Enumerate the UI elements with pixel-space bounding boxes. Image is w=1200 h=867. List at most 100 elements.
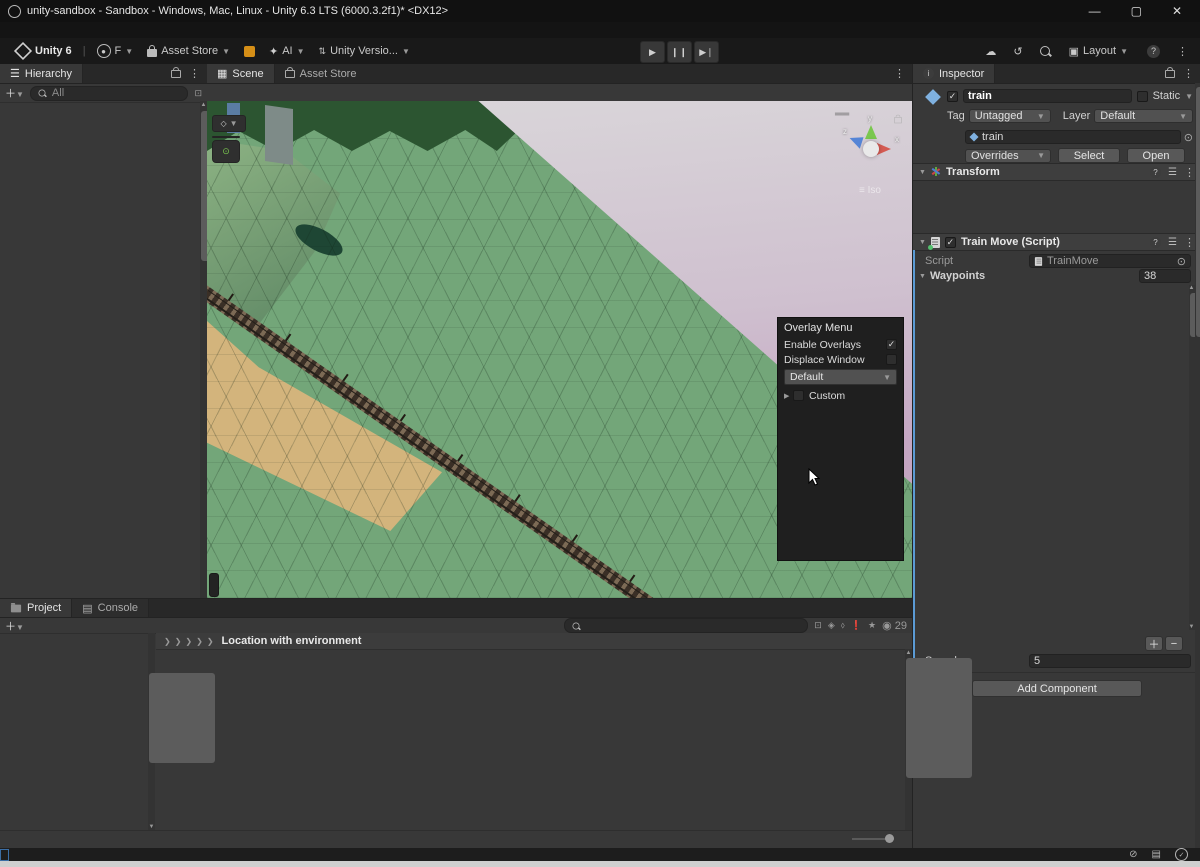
list-add-button[interactable]: ＋ <box>1145 636 1163 651</box>
play-button[interactable]: ▶ <box>640 41 665 63</box>
version-control-dropdown[interactable]: ⇅ Unity Versio...▼ <box>312 41 417 61</box>
project-add-button[interactable]: ＋▼ <box>5 618 24 634</box>
waypoints-label[interactable]: Waypoints <box>930 270 985 282</box>
notifications-muted-icon[interactable]: ⊘ <box>1129 849 1137 860</box>
step-button[interactable]: ▶❘ <box>694 41 719 63</box>
list-remove-button[interactable]: − <box>1165 636 1183 651</box>
tab-inspector[interactable]: i Inspector <box>913 64 995 83</box>
layout-label: Layout <box>1083 45 1116 57</box>
open-button[interactable]: Open <box>1127 148 1185 163</box>
gizmo-x-axis[interactable] <box>877 143 891 155</box>
unity-version-chip[interactable]: Unity 6 <box>8 41 79 61</box>
add-component-button[interactable]: Add Component <box>972 680 1142 697</box>
overlay-custom-row[interactable]: ▶ Custom <box>784 388 897 403</box>
help-icon[interactable]: ? <box>1150 167 1161 178</box>
waypoints-size-field[interactable]: 38 <box>1139 269 1191 283</box>
gizmo-lock-icon[interactable] <box>894 117 902 123</box>
scene-grid-icon: ▦ <box>217 67 227 80</box>
static-dropdown-icon[interactable]: ▼ <box>1185 92 1193 101</box>
layout-dropdown[interactable]: ▣ Layout▼ <box>1067 41 1130 61</box>
project-search-input[interactable] <box>564 618 808 633</box>
tab-project[interactable]: Project <box>0 599 72 617</box>
lock-icon[interactable] <box>171 70 181 78</box>
tab-scene[interactable]: ▦ Scene <box>207 64 275 83</box>
inspector-kebab-icon[interactable]: ⋮ <box>1183 67 1194 80</box>
select-button[interactable]: Select <box>1058 148 1120 163</box>
tab-asset-store[interactable]: Asset Store <box>275 64 367 83</box>
component-enabled-checkbox[interactable]: ✓ <box>945 237 956 248</box>
hierarchy-kebab-icon[interactable]: ⋮ <box>189 67 200 80</box>
gizmo-z-axis[interactable] <box>847 133 863 148</box>
search-icon[interactable] <box>1040 46 1050 56</box>
overrides-dropdown[interactable]: Overrides▼ <box>965 149 1051 163</box>
transform-header[interactable]: ▼ Transform ?☰⋮ <box>913 163 1200 181</box>
speed-field[interactable]: 5 <box>1029 654 1191 668</box>
gizmo-drag-handle[interactable]: ══ <box>835 109 849 120</box>
minimize-button[interactable]: — <box>1089 4 1101 18</box>
custom-tool-button[interactable]: ⊙ <box>212 140 240 163</box>
tag-dropdown[interactable]: Untagged▼ <box>969 109 1051 123</box>
help-icon[interactable]: ? <box>1150 237 1161 248</box>
orientation-gizmo[interactable]: ══ x y z ≡ Iso <box>841 119 901 179</box>
toolbar-kebab-icon[interactable]: ⋮ <box>1177 45 1188 58</box>
status-ok-icon[interactable]: ✓ <box>1175 848 1188 861</box>
pause-button[interactable]: ❙❙ <box>667 41 692 63</box>
scene-viewport[interactable]: ◇▼ ⊙ ══ x y z ≡ Iso Overlay Men <box>207 101 912 598</box>
tab-console[interactable]: ▤ Console <box>72 599 149 617</box>
script-field[interactable]: TrainMove⊙ <box>1029 254 1191 268</box>
thumbnail-zoom-slider[interactable] <box>852 838 894 840</box>
active-checkbox[interactable]: ✓ <box>947 91 958 102</box>
search-by-type-icon[interactable]: ⊡ <box>814 620 822 631</box>
cloud-icon[interactable]: ☁ <box>985 45 996 58</box>
version-control-label: Unity Versio... <box>330 45 398 57</box>
prefab-field[interactable]: train <box>965 130 1181 144</box>
account-dropdown[interactable]: ● F▼ <box>90 41 141 61</box>
label-filter-icon[interactable]: ⬨ <box>841 620 845 631</box>
favorites-star-icon[interactable]: ★ <box>868 620 876 631</box>
breadcrumb-current[interactable]: Location with environment <box>222 635 362 647</box>
presets-icon[interactable]: ☰ <box>1168 237 1177 248</box>
component-kebab-icon[interactable]: ⋮ <box>1184 166 1195 179</box>
scene-bottom-toolbar <box>209 573 219 597</box>
hierarchy-search-input[interactable]: All <box>30 86 189 101</box>
presets-icon[interactable]: ☰ <box>1168 167 1177 178</box>
displace-window-checkbox[interactable] <box>886 354 897 365</box>
layer-dropdown[interactable]: Default▼ <box>1094 109 1193 123</box>
enable-overlays-checkbox[interactable]: ✓ <box>886 339 897 350</box>
overlay-profile-dropdown[interactable]: Default▼ <box>784 369 897 385</box>
gizmo-center[interactable] <box>863 141 879 157</box>
close-button[interactable]: ✕ <box>1172 4 1182 18</box>
inspector-scrollbar[interactable] <box>1195 83 1200 848</box>
ai-dropdown[interactable]: ✦ AI▼ <box>262 41 312 61</box>
maximize-button[interactable]: ▢ <box>1131 4 1142 18</box>
inspector-lock-icon[interactable] <box>1165 70 1175 78</box>
custom-checkbox[interactable] <box>793 390 804 401</box>
create-add-button[interactable]: ＋▼ <box>5 85 24 101</box>
component-kebab-icon[interactable]: ⋮ <box>1184 236 1195 249</box>
train-move-header[interactable]: ▼ ✓ Train Move (Script) ?☰⋮ <box>913 233 1200 251</box>
hierarchy-scrollbar[interactable]: ▲ <box>200 101 207 598</box>
package-visibility-icon[interactable]: ◈ <box>828 620 835 631</box>
displace-window-row[interactable]: Displace Window <box>784 352 897 367</box>
folder-tree-scrollbar[interactable]: ▼ <box>148 633 155 831</box>
static-checkbox[interactable] <box>1137 91 1148 102</box>
scene-kebab-icon[interactable]: ⋮ <box>894 67 905 80</box>
package-manager-button[interactable] <box>237 41 262 61</box>
tab-hierarchy[interactable]: ☰ Hierarchy <box>0 64 83 83</box>
gizmo-mode-label[interactable]: ≡ Iso <box>859 185 881 196</box>
search-filter-icon[interactable]: ⊡ <box>194 88 202 99</box>
enable-overlays-row[interactable]: Enable Overlays ✓ <box>784 337 897 352</box>
history-icon[interactable]: ↺ <box>1013 45 1022 58</box>
tool-context-dropdown[interactable]: ◇▼ <box>212 115 246 132</box>
assets-scrollbar[interactable]: ▲ <box>905 649 912 831</box>
asset-store-dropdown[interactable]: Asset Store▼ <box>140 41 237 61</box>
asset-store-tab-icon <box>285 70 295 78</box>
project-panel: Project ▤ Console ＋▼ ⊡ ◈ ⬨ ❗ ★ ◉ 29 ▼ ❯❯… <box>0 598 912 849</box>
prefab-target-icon[interactable]: ⊙ <box>1184 131 1193 144</box>
help-icon[interactable]: ? <box>1147 45 1160 58</box>
hierarchy-tab-label: Hierarchy <box>25 68 72 80</box>
alert-icon[interactable]: ❗ <box>851 620 862 631</box>
gameobject-name-field[interactable]: train <box>963 89 1132 103</box>
layers-cake-icon[interactable]: ▤ <box>1152 849 1161 860</box>
gizmo-y-axis[interactable] <box>865 125 877 139</box>
